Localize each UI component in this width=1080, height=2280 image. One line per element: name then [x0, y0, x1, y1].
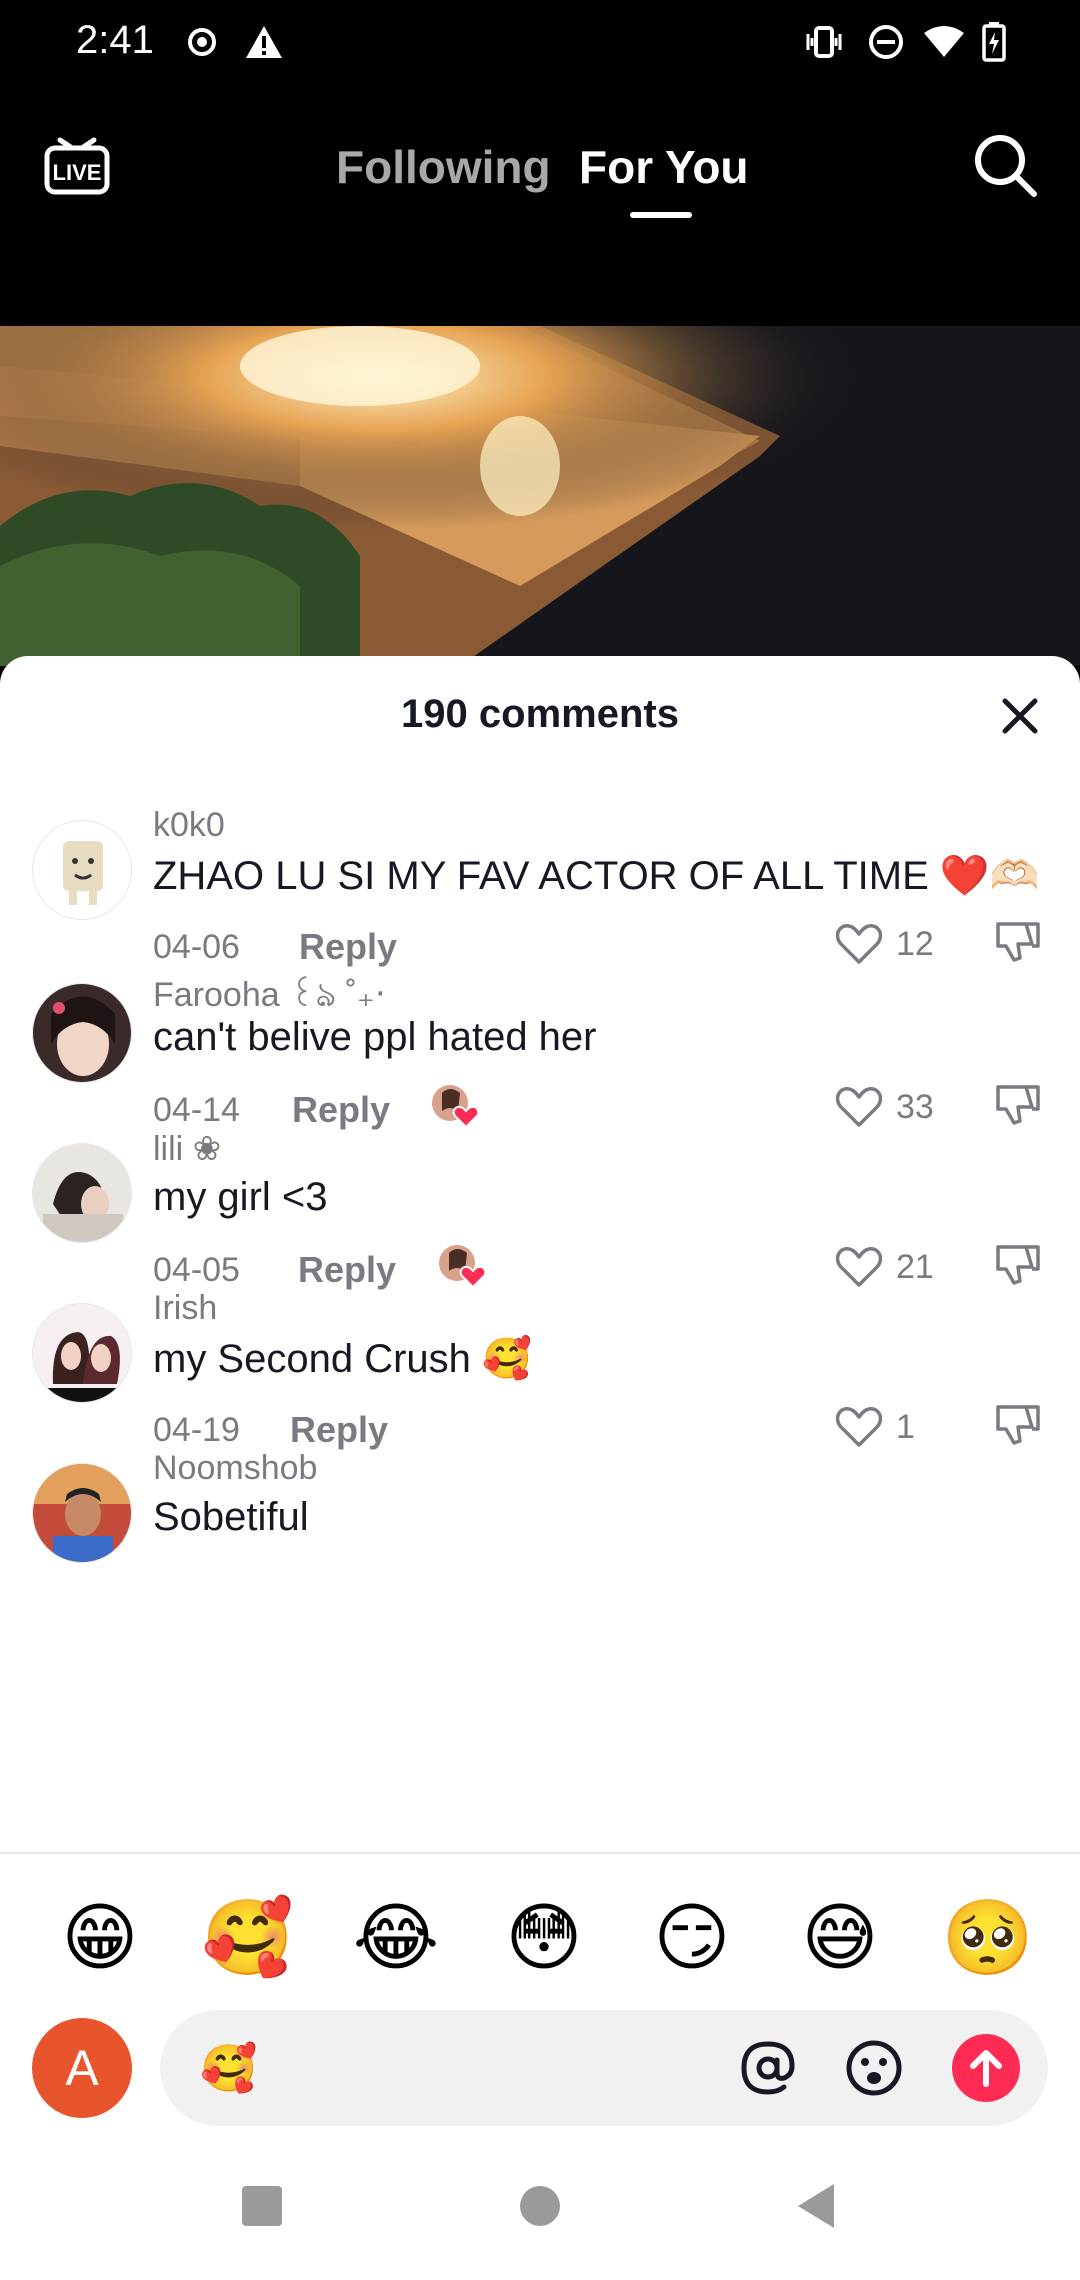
quick-emoji-grin[interactable]: 😁	[50, 1888, 150, 1988]
comment-text: Sobetiful	[153, 1495, 309, 1539]
quick-emoji-joy[interactable]: 😂	[346, 1888, 446, 1988]
back-button[interactable]	[788, 2176, 848, 2236]
tab-for-you[interactable]: For You	[579, 140, 749, 194]
avatar[interactable]	[32, 1303, 132, 1403]
avatar[interactable]	[32, 1463, 132, 1563]
status-time: 2:41	[76, 18, 154, 62]
live-label: LIVE	[53, 160, 102, 185]
quick-emoji-pleading[interactable]: 🥺	[938, 1888, 1038, 1988]
like-count: 12	[896, 924, 934, 963]
live-button[interactable]: LIVE	[42, 128, 112, 198]
like-count: 21	[896, 1247, 934, 1286]
liked-by-creator-icon	[437, 1243, 487, 1289]
arrow-up-icon	[970, 2050, 1002, 2087]
circle-icon	[520, 2186, 560, 2226]
like-count: 33	[896, 1087, 934, 1126]
dislike-button[interactable]	[994, 1241, 1046, 1293]
thumbs-down-icon	[996, 1245, 1040, 1285]
comments-list[interactable]: k0k0 ZHAO LU SI MY FAV ACTOR OF ALL TIME…	[0, 806, 1080, 1856]
system-nav-bar	[0, 2146, 1080, 2280]
reply-button[interactable]: Reply	[299, 926, 397, 968]
like-button[interactable]: 1	[836, 1401, 915, 1453]
comment-text: ZHAO LU SI MY FAV ACTOR OF ALL TIME ❤️🫶🏻	[153, 854, 1040, 898]
dislike-button[interactable]	[994, 918, 1046, 970]
reply-button[interactable]: Reply	[290, 1409, 388, 1451]
avatar[interactable]	[32, 983, 132, 1083]
quick-emoji-bar: 😁 🥰 😂 😳 😏 😅 🥺	[0, 1888, 1080, 1988]
quick-emoji-flushed[interactable]: 😳	[494, 1888, 594, 1988]
comment-text: my girl <3	[153, 1175, 328, 1219]
comment-composer: A 🥰	[0, 2010, 1080, 2126]
square-icon	[242, 2186, 282, 2226]
status-bar: 2:41	[0, 0, 1080, 90]
like-button[interactable]: 33	[836, 1081, 934, 1133]
comment-date: 04-19	[153, 1411, 240, 1449]
thumbs-down-icon	[996, 1405, 1040, 1445]
thumbs-down-icon	[996, 1085, 1040, 1125]
avatar[interactable]	[32, 1143, 132, 1243]
comments-sheet: 190 comments k0k0 ZHAO LU SI MY FAV ACTO…	[0, 656, 1080, 2280]
my-avatar[interactable]: A	[32, 2018, 132, 2118]
vibrate-icon	[802, 20, 846, 64]
comments-count-title: 190 comments	[401, 692, 679, 736]
dislike-button[interactable]	[994, 1401, 1046, 1453]
mention-button[interactable]	[738, 2038, 798, 2098]
send-button[interactable]	[952, 2034, 1020, 2102]
battery-icon	[972, 20, 1016, 64]
active-tab-indicator	[630, 212, 692, 218]
video-player[interactable]	[0, 326, 1080, 666]
dnd-icon	[864, 20, 908, 64]
comment-date: 04-06	[153, 928, 240, 966]
recents-button[interactable]	[232, 2176, 292, 2236]
at-icon	[741, 2041, 795, 2095]
comment-date: 04-05	[153, 1251, 240, 1289]
comment-username[interactable]: lili ❀	[153, 1129, 221, 1169]
comment-input[interactable]: 🥰	[160, 2010, 1048, 2126]
emoji-picker-button[interactable]	[844, 2038, 904, 2098]
wifi-icon	[922, 20, 966, 64]
home-button[interactable]	[510, 2176, 570, 2236]
heart-icon	[836, 1247, 882, 1287]
like-button[interactable]: 21	[836, 1241, 934, 1293]
close-icon	[1002, 698, 1038, 734]
divider	[0, 1852, 1080, 1854]
heart-icon	[836, 1087, 882, 1127]
heart-icon	[836, 1407, 882, 1447]
quick-emoji-hearts[interactable]: 🥰	[198, 1888, 298, 1988]
like-button[interactable]: 12	[836, 918, 934, 970]
liked-by-creator-icon	[430, 1083, 480, 1129]
search-icon[interactable]	[970, 130, 1040, 200]
comment-text: my Second Crush 🥰	[153, 1337, 532, 1381]
heart-icon	[836, 924, 882, 964]
smiley-icon	[846, 2040, 902, 2096]
avatar[interactable]	[32, 820, 132, 920]
top-nav: LIVE Following For You	[0, 90, 1080, 326]
warning-icon	[242, 20, 286, 64]
quick-emoji-sweat-smile[interactable]: 😅	[790, 1888, 890, 1988]
comment-username[interactable]: Irish	[153, 1289, 217, 1328]
back-triangle-icon	[798, 2184, 834, 2228]
comment-username[interactable]: k0k0	[153, 806, 225, 845]
dislike-button[interactable]	[994, 1081, 1046, 1133]
record-icon	[180, 20, 224, 64]
thumbs-down-icon	[996, 922, 1040, 962]
comment-text: can't belive ppl hated her	[153, 1015, 597, 1059]
quick-emoji-smirk[interactable]: 😏	[642, 1888, 742, 1988]
comment-input-value[interactable]: 🥰	[200, 2040, 257, 2096]
comment-username[interactable]: Noomshob	[153, 1449, 317, 1488]
reply-button[interactable]: Reply	[298, 1249, 396, 1291]
comment-date: 04-14	[153, 1091, 240, 1129]
like-count: 1	[896, 1407, 915, 1446]
close-comments-button[interactable]	[990, 686, 1050, 746]
tab-following[interactable]: Following	[336, 140, 551, 194]
reply-button[interactable]: Reply	[292, 1089, 390, 1131]
comment-item: Noomshob Sobetiful	[0, 1449, 1080, 1681]
